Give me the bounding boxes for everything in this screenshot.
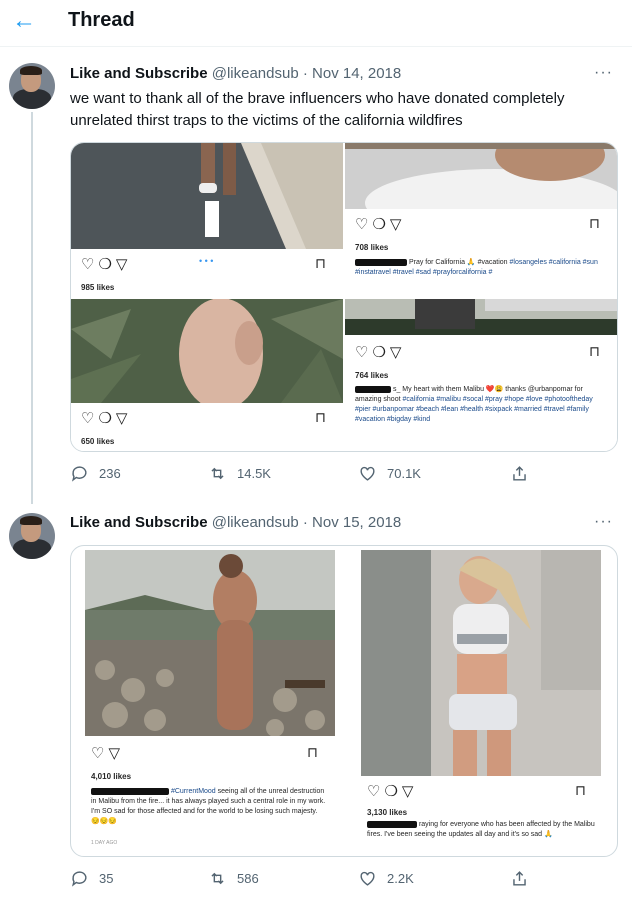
share-button[interactable] [510, 464, 529, 483]
reply-icon [71, 871, 87, 887]
tweet-media-grid[interactable]: ♡❍▽ • • • ⊓ 985 likes ♡❍▽ ⊓ 708 likes Pr… [70, 142, 618, 452]
separator-dot: · [302, 65, 308, 82]
retweet-button[interactable]: 14.5K [208, 464, 271, 483]
heart-icon [360, 871, 375, 886]
ig-save-icon: ⊓ [589, 343, 600, 359]
share-icon [513, 466, 526, 481]
ig-action-icons: ♡❍▽ [355, 216, 406, 233]
redaction-bar [355, 385, 391, 393]
redaction-bar [91, 787, 169, 795]
media-post[interactable]: ♡❍▽ ⊓ 708 likes Pray for California 🙏 #v… [345, 143, 617, 297]
page-title: Thread [68, 9, 135, 31]
author-handle[interactable]: @likeandsub [212, 514, 299, 531]
header-divider [0, 46, 632, 47]
post-likes: 650 likes [81, 437, 115, 446]
reply-count: 35 [99, 871, 114, 886]
author-name[interactable]: Like and Subscribe [70, 65, 208, 82]
post-timestamp: 1 DAY AGO [91, 840, 118, 846]
share-button[interactable] [510, 869, 529, 888]
tweet-header: Like and Subscribe @likeandsub · Nov 15,… [70, 514, 401, 531]
post-photo [345, 299, 617, 335]
heart-icon [360, 466, 375, 481]
post-caption: #CurrentMood seeing all of the unreal de… [91, 787, 327, 827]
redaction-bar [367, 820, 417, 828]
reply-button[interactable]: 35 [70, 869, 113, 888]
post-caption: raying for everyone who has been affecte… [367, 820, 595, 840]
retweet-icon [211, 872, 224, 885]
tweet-header: Like and Subscribe @likeandsub · Nov 14,… [70, 65, 401, 82]
author-name[interactable]: Like and Subscribe [70, 514, 208, 531]
media-post[interactable]: ♡▽ ⊓ 4,010 likes #CurrentMood seeing all… [85, 550, 335, 850]
caption-text: Pray for California 🙏 #vacation [408, 259, 508, 266]
more-options-icon[interactable]: ··· [594, 64, 613, 82]
retweet-icon [211, 467, 224, 480]
post-likes: 985 likes [81, 283, 115, 292]
share-icon [513, 871, 526, 886]
ig-save-icon: ⊓ [589, 215, 600, 231]
post-caption: Pray for California 🙏 #vacation #losange… [355, 258, 610, 278]
carousel-dots: • • • [199, 256, 214, 266]
tweet-media-grid[interactable]: ♡▽ ⊓ 4,010 likes #CurrentMood seeing all… [70, 545, 618, 857]
separator-dot: · [302, 514, 308, 531]
tweet-text: we want to thank all of the brave influe… [70, 90, 565, 129]
retweet-count: 14.5K [237, 466, 271, 481]
like-count: 70.1K [387, 466, 421, 481]
ig-action-icons: ♡▽ [91, 745, 124, 762]
retweet-count: 586 [237, 871, 259, 886]
post-photo [71, 299, 343, 403]
post-caption: s_ My heart with them Malibu ❤️😩 thanks … [355, 385, 610, 425]
post-photo [345, 143, 617, 209]
tweet-date[interactable]: Nov 14, 2018 [312, 65, 401, 82]
post-likes: 708 likes [355, 243, 389, 252]
ig-action-icons: ♡❍▽ [355, 344, 406, 361]
author-handle[interactable]: @likeandsub [212, 65, 299, 82]
ig-action-icons: ♡❍▽ [367, 783, 418, 800]
retweet-button[interactable]: 586 [208, 869, 259, 888]
media-post[interactable]: ♡❍▽ ⊓ 650 likes [71, 299, 343, 451]
ig-save-icon: ⊓ [315, 255, 326, 271]
post-photo [71, 143, 343, 249]
thread-connector-line [31, 112, 33, 504]
reply-icon [71, 466, 87, 482]
back-arrow-icon[interactable]: ← [8, 6, 40, 36]
like-button[interactable]: 2.2K [358, 869, 414, 888]
post-likes: 3,130 likes [367, 808, 408, 817]
top-bar: ← Thread [0, 0, 632, 44]
tweet-actions: 35 586 2.2K [70, 869, 618, 893]
tweet-actions: 236 14.5K 70.1K [70, 464, 618, 488]
media-post[interactable]: ♡❍▽ • • • ⊓ 985 likes [71, 143, 343, 297]
ig-action-icons: ♡❍▽ [81, 256, 132, 273]
tweet-date[interactable]: Nov 15, 2018 [312, 514, 401, 531]
media-post[interactable]: ♡❍▽ ⊓ 764 likes s_ My heart with them Ma… [345, 299, 617, 451]
reply-count: 236 [99, 466, 121, 481]
ig-save-icon: ⊓ [307, 744, 318, 760]
like-button[interactable]: 70.1K [358, 464, 421, 483]
post-photo [361, 550, 601, 776]
media-post[interactable]: ♡❍▽ ⊓ 3,130 likes raying for everyone wh… [361, 550, 601, 850]
reply-button[interactable]: 236 [70, 464, 121, 483]
post-likes: 4,010 likes [91, 772, 132, 781]
caption-hashtags: #CurrentMood [170, 788, 216, 795]
ig-save-icon: ⊓ [315, 409, 326, 425]
post-likes: 764 likes [355, 371, 389, 380]
post-photo [85, 550, 335, 736]
redaction-bar [355, 258, 407, 266]
like-count: 2.2K [387, 871, 414, 886]
avatar[interactable] [9, 513, 55, 559]
ig-save-icon: ⊓ [575, 782, 586, 798]
ig-action-icons: ♡❍▽ [81, 410, 132, 427]
avatar[interactable] [9, 63, 55, 109]
more-options-icon[interactable]: ··· [594, 513, 613, 531]
